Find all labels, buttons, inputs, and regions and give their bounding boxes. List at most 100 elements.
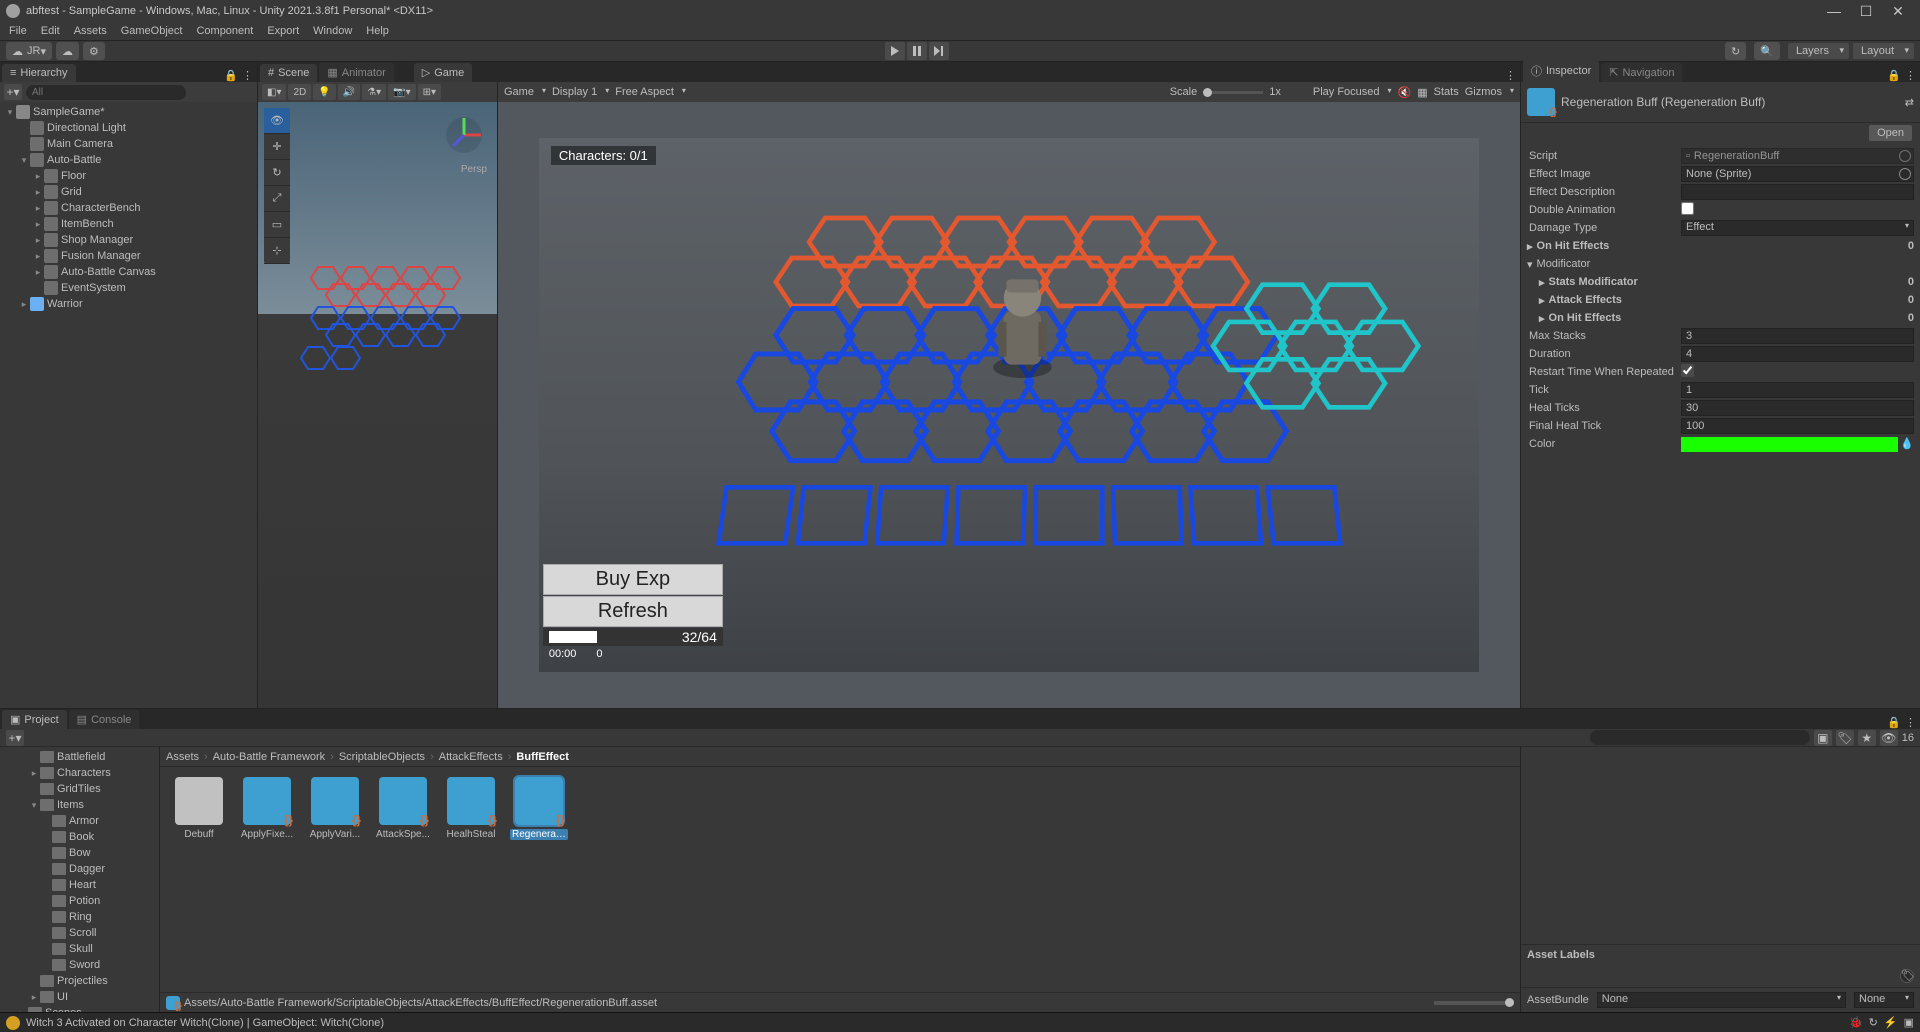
project-lock-icon[interactable]: 🔒 [1887,716,1901,729]
hierarchy-list[interactable]: ▾SampleGame*Directional LightMain Camera… [0,102,257,708]
play-focused-dropdown[interactable]: Play Focused [1313,86,1392,98]
status-icon-3[interactable]: ⚡ [1884,1016,1898,1029]
status-text[interactable]: Witch 3 Activated on Character Witch(Clo… [26,1017,384,1029]
hierarchy-lock-icon[interactable]: 🔒 [224,69,238,82]
thumbnail-slider[interactable] [1434,1001,1514,1005]
restart-checkbox[interactable] [1681,364,1694,377]
project-tree-row[interactable]: ▸Scenes [0,1005,159,1012]
hierarchy-menu-icon[interactable]: ⋮ [242,69,253,82]
project-tree-row[interactable]: Book [0,829,159,845]
menu-file[interactable]: File [2,25,34,37]
orientation-gizmo[interactable] [439,110,489,163]
bc-attack[interactable]: AttackEffects [439,751,503,763]
add-object-button[interactable]: +▾ [4,84,22,100]
vsync-icon[interactable]: ▦ [1417,86,1427,99]
hierarchy-row[interactable]: ▸Shop Manager [0,232,257,248]
hierarchy-row[interactable]: ▸ItemBench [0,216,257,232]
scene-fx-dropdown[interactable]: ⚗▾ [362,84,386,100]
hierarchy-row[interactable]: ▸Fusion Manager [0,248,257,264]
hierarchy-row[interactable]: ▾SampleGame* [0,104,257,120]
fold-toggle[interactable]: ▸ [32,267,44,278]
bc-so[interactable]: ScriptableObjects [339,751,425,763]
bc-assets[interactable]: Assets [166,751,199,763]
hierarchy-row[interactable]: ▸CharacterBench [0,200,257,216]
asset-item[interactable]: ApplyFixe... [238,777,296,840]
color-field[interactable]: 💧 [1681,437,1898,452]
fold-toggle[interactable]: ▸ [32,187,44,198]
transform-tool[interactable]: ⊹ [264,238,290,264]
inspector-menu-icon[interactable]: ⋮ [1905,69,1916,82]
fold-toggle[interactable]: ▸ [28,768,40,779]
bc-framework[interactable]: Auto-Battle Framework [213,751,325,763]
hierarchy-row[interactable]: ▸Warrior [0,296,257,312]
onhit2-foldout[interactable]: ▸ [1539,312,1545,325]
fold-toggle[interactable]: ▾ [18,155,30,166]
fold-toggle[interactable]: ▸ [32,251,44,262]
hidden-packages-button[interactable]: 👁 [1880,730,1898,746]
menu-window[interactable]: Window [306,25,359,37]
undo-history-button[interactable]: ↻ [1725,42,1746,60]
game-tab[interactable]: ▷ Game [414,63,472,82]
fold-toggle[interactable]: ▸ [32,203,44,214]
scale-tool[interactable]: ⤢ [264,186,290,212]
scene-canvas[interactable]: 👁 ✛ ↻ ⤢ ▭ ⊹ Persp [258,102,497,708]
assets-grid[interactable]: DebuffApplyFixe...ApplyVari...AttackSpe.… [160,767,1520,992]
project-tree-row[interactable]: Dagger [0,861,159,877]
project-tree-row[interactable]: Sword [0,957,159,973]
asset-item[interactable]: HealhSteal [442,777,500,840]
onhit-foldout[interactable]: ▸ [1527,240,1533,253]
fold-toggle[interactable]: ▸ [32,219,44,230]
finalheal-input[interactable] [1681,418,1914,434]
menu-help[interactable]: Help [359,25,396,37]
search-button[interactable]: 🔍 [1754,42,1780,60]
inspector-tab[interactable]: ⓘ Inspector [1523,60,1599,82]
inspector-lock-icon[interactable]: 🔒 [1887,69,1901,82]
step-button[interactable] [929,42,949,60]
double-anim-checkbox[interactable] [1681,202,1694,215]
close-button[interactable]: ✕ [1882,3,1914,20]
favorites-button[interactable]: ★ [1858,730,1876,746]
hierarchy-row[interactable]: ▸Auto-Battle Canvas [0,264,257,280]
fold-toggle[interactable]: ▸ [32,235,44,246]
display-dropdown[interactable]: Display 1 [552,86,609,98]
project-tree-row[interactable]: Ring [0,909,159,925]
mute-icon[interactable]: 🔇 [1398,86,1412,99]
project-tree-row[interactable]: Battlefield [0,749,159,765]
move-tool[interactable]: ✛ [264,134,290,160]
project-tab[interactable]: ▣ Project [2,710,67,729]
project-tree-row[interactable]: Scroll [0,925,159,941]
pause-button[interactable] [907,42,927,60]
scene-audio-toggle[interactable]: 🔊 [338,84,360,100]
project-tree-row[interactable]: Potion [0,893,159,909]
layers-dropdown[interactable]: Layers [1788,43,1849,59]
menu-gameobject[interactable]: GameObject [114,25,190,37]
hierarchy-row[interactable]: Directional Light [0,120,257,136]
scene-gizmos-dropdown[interactable]: ⊞▾ [418,84,441,100]
scene-lighting-toggle[interactable]: 💡 [313,84,335,100]
menu-export[interactable]: Export [260,25,306,37]
tick-input[interactable] [1681,382,1914,398]
eyedropper-icon[interactable]: 💧 [1900,437,1914,450]
hierarchy-tab[interactable]: ≡ Hierarchy [2,64,76,82]
damage-type-dropdown[interactable]: Effect [1681,220,1914,236]
project-add-button[interactable]: +▾ [6,730,24,746]
hierarchy-search-input[interactable] [26,85,186,100]
hierarchy-row[interactable]: ▸Grid [0,184,257,200]
search-type-button[interactable]: ▣ [1814,730,1832,746]
project-tree-row[interactable]: ▸UI [0,989,159,1005]
assetbundle-dropdown[interactable]: None [1597,992,1846,1008]
menu-component[interactable]: Component [189,25,260,37]
animator-tab[interactable]: ▦ Animator [319,63,393,82]
search-label-button[interactable]: 🏷 [1836,730,1854,746]
fold-toggle[interactable]: ▸ [32,171,44,182]
asset-item[interactable]: Debuff [170,777,228,840]
project-search-input[interactable] [1590,730,1810,745]
fold-toggle[interactable]: ▾ [28,800,40,811]
project-tree-row[interactable]: ▾Items [0,797,159,813]
project-menu-icon[interactable]: ⋮ [1905,716,1916,729]
cloud-button[interactable]: ☁ [56,42,79,60]
project-tree-row[interactable]: Projectiles [0,973,159,989]
game-canvas[interactable]: Characters: 0/1 [498,102,1520,708]
script-field[interactable]: ▫ RegenerationBuff [1681,148,1914,164]
status-icon-1[interactable]: 🐞 [1849,1016,1863,1029]
